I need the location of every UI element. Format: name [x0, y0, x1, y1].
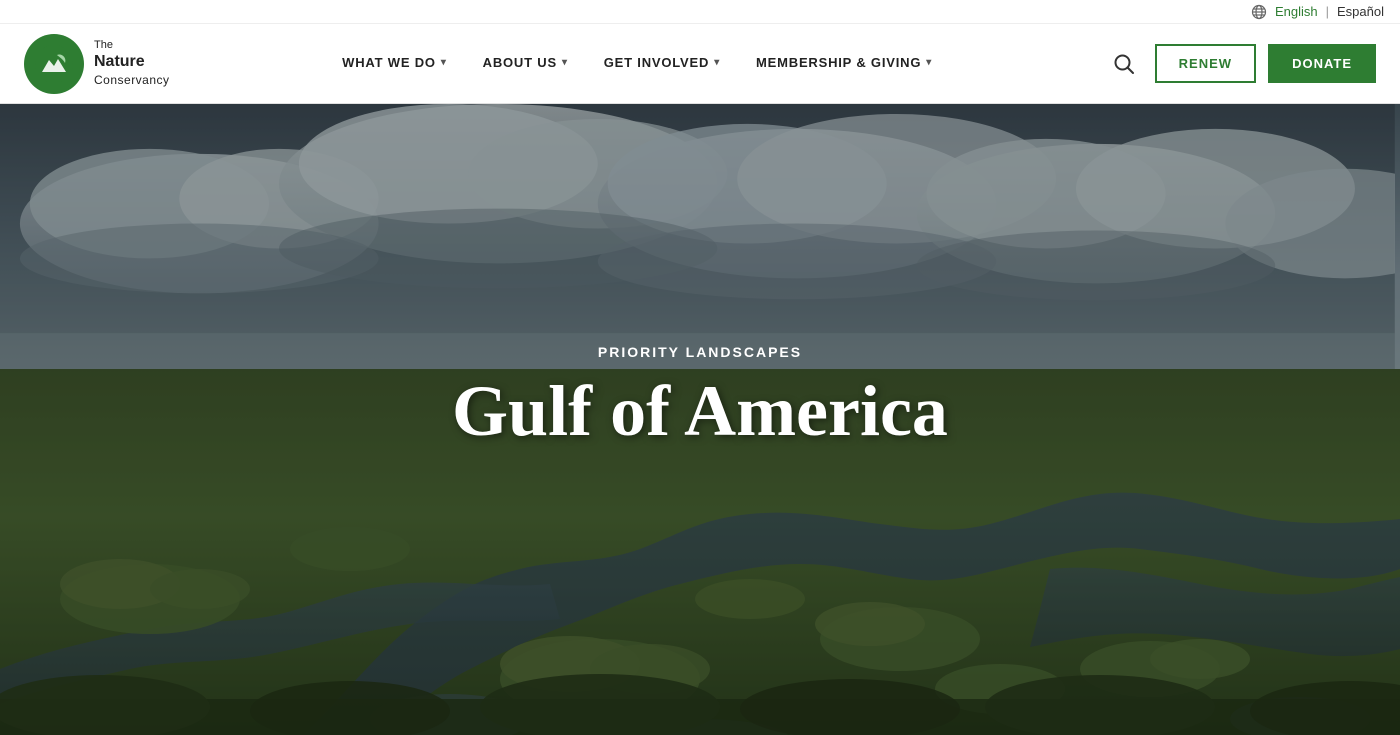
nav-membership-chevron: ▾	[926, 57, 932, 68]
main-nav: WHAT WE DO ▾ ABOUT US ▾ GET INVOLVED ▾ M…	[170, 24, 1105, 104]
nav-about-us[interactable]: ABOUT US ▾	[465, 24, 586, 104]
logo-text: The Nature Conservancy	[94, 38, 170, 89]
logo-circle	[24, 34, 84, 94]
language-bar: English | Español	[0, 0, 1400, 24]
logo-icon	[35, 45, 73, 83]
hero-title: Gulf of America	[452, 372, 948, 451]
nav-get-involved-label: GET INVOLVED	[604, 55, 709, 70]
espanol-link[interactable]: Español	[1337, 4, 1384, 19]
renew-button[interactable]: RENEW	[1155, 44, 1256, 83]
hero-section: PRIORITY LANDSCAPES Gulf of America	[0, 104, 1400, 735]
nav-about-us-label: ABOUT US	[483, 55, 557, 70]
header: The Nature Conservancy WHAT WE DO ▾ ABOU…	[0, 24, 1400, 104]
nav-get-involved-chevron: ▾	[714, 57, 720, 68]
search-icon	[1113, 53, 1135, 75]
hero-content: PRIORITY LANDSCAPES Gulf of America	[452, 344, 948, 451]
logo[interactable]: The Nature Conservancy	[24, 34, 170, 94]
header-actions: RENEW DONATE	[1105, 44, 1376, 83]
logo-conservancy: Conservancy	[94, 73, 170, 89]
nav-membership[interactable]: MEMBERSHIP & GIVING ▾	[738, 24, 950, 104]
english-link[interactable]: English	[1275, 4, 1318, 19]
donate-button[interactable]: DONATE	[1268, 44, 1376, 83]
hero-eyebrow: PRIORITY LANDSCAPES	[452, 344, 948, 360]
nav-what-we-do[interactable]: WHAT WE DO ▾	[324, 24, 465, 104]
nav-get-involved[interactable]: GET INVOLVED ▾	[586, 24, 738, 104]
nav-what-we-do-label: WHAT WE DO	[342, 55, 436, 70]
nav-membership-label: MEMBERSHIP & GIVING	[756, 55, 921, 70]
globe-icon	[1251, 4, 1267, 20]
logo-the: The	[94, 38, 170, 52]
lang-divider: |	[1326, 4, 1329, 19]
nav-what-we-do-chevron: ▾	[441, 57, 447, 68]
search-button[interactable]	[1105, 45, 1143, 83]
nav-about-us-chevron: ▾	[562, 57, 568, 68]
logo-nature: Nature	[94, 52, 170, 73]
